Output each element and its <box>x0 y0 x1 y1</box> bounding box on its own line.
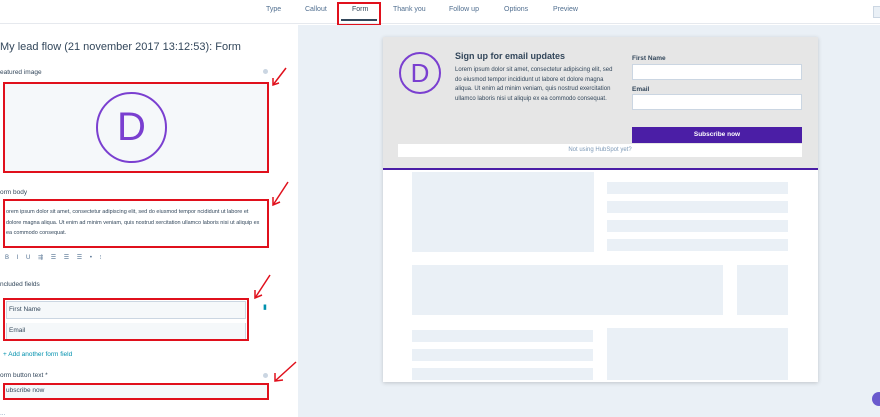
arrow-icon <box>272 67 287 87</box>
featured-image-label: eatured image <box>0 69 42 76</box>
preview-first-name-input[interactable] <box>632 64 802 80</box>
info-icon <box>263 69 268 74</box>
rich-text-toolbar[interactable]: B I U ⇶ ☰ ☰ ☰ • ⁝ <box>5 254 105 261</box>
preview-divider <box>383 168 818 170</box>
placeholder-block <box>412 265 723 315</box>
placeholder-line <box>412 330 593 342</box>
preview-hubspot-link[interactable]: Not using HubSpot yet? <box>398 144 802 157</box>
page-title: My lead flow (21 november 2017 13:12:53)… <box>0 41 241 53</box>
placeholder-block <box>737 265 788 315</box>
highlight-box-fields <box>3 298 249 341</box>
preview-body-text: Lorem ipsum dolor sit amet, consectetur … <box>455 67 613 102</box>
arrow-icon <box>254 274 271 300</box>
add-form-field-link[interactable]: + Add another form field <box>3 351 72 358</box>
top-right-control[interactable] <box>873 6 880 18</box>
tab-callout[interactable]: Callout <box>305 6 327 13</box>
placeholder-line <box>607 239 788 251</box>
button-text-value: ubscribe now <box>6 387 45 394</box>
preview-first-name-label: First Name <box>632 55 666 62</box>
tab-type[interactable]: Type <box>266 6 281 13</box>
arrow-icon <box>274 361 297 382</box>
placeholder-line <box>607 201 788 213</box>
tab-preview[interactable]: Preview <box>553 6 578 13</box>
placeholder-block <box>412 172 594 252</box>
preview-submit-button[interactable]: Subscribe now <box>632 127 802 143</box>
logo-letter: D <box>117 105 146 149</box>
arrow-icon <box>272 181 289 207</box>
placeholder-line <box>412 349 593 361</box>
form-body-text: orem ipsum dolor sit amet, consectetur a… <box>6 209 260 236</box>
next-section-label: ... <box>0 410 6 417</box>
preview-logo: D <box>399 52 441 94</box>
chat-icon[interactable] <box>872 392 880 406</box>
form-body-label: orm body <box>0 189 28 196</box>
included-fields-label: ncluded fields <box>0 281 40 288</box>
placeholder-block <box>607 328 788 380</box>
preview-email-input[interactable] <box>632 94 802 110</box>
preview-heading: Sign up for email updates <box>455 51 566 61</box>
tab-options[interactable]: Options <box>504 6 528 13</box>
placeholder-line <box>607 220 788 232</box>
tab-follow-up[interactable]: Follow up <box>449 6 479 13</box>
preview-email-label: Email <box>632 86 650 93</box>
button-text-label: orm button text * <box>0 372 48 379</box>
delete-field-icon[interactable]: ▮ <box>263 303 267 311</box>
placeholder-line <box>607 182 788 194</box>
tab-thank-you[interactable]: Thank you <box>393 6 426 13</box>
top-navigation: Type Callout Form Thank you Follow up Op… <box>0 0 880 26</box>
highlight-box-form-tab <box>337 2 381 26</box>
placeholder-line <box>412 368 593 380</box>
info-icon <box>263 373 268 378</box>
